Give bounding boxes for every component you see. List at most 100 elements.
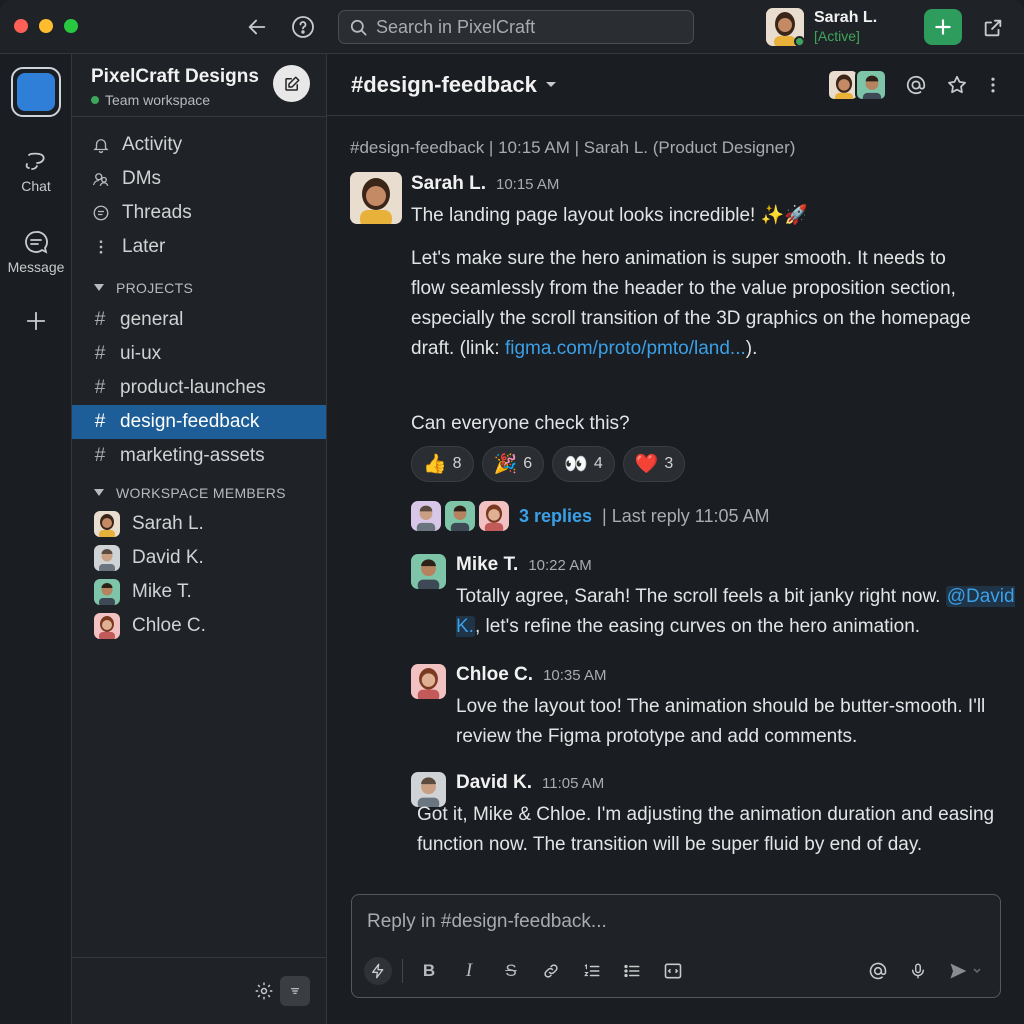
- shortcuts-lightning-icon[interactable]: [364, 957, 392, 985]
- send-button[interactable]: [944, 957, 984, 985]
- rail-add-button[interactable]: [0, 310, 72, 332]
- avatar: [94, 545, 120, 571]
- ordered-list-icon[interactable]: [578, 957, 606, 985]
- reaction-count: 8: [452, 455, 462, 472]
- rail-item-message[interactable]: Message: [0, 229, 72, 275]
- sidebar-item-label: Threads: [122, 202, 192, 223]
- message-question: Can everyone check this?: [411, 413, 630, 434]
- sidebar-item-later[interactable]: Later: [72, 230, 326, 264]
- bulleted-list-icon[interactable]: [618, 957, 646, 985]
- avatar[interactable]: [411, 664, 446, 699]
- minimize-window-button[interactable]: [39, 19, 53, 33]
- composer-input[interactable]: Reply in #design-feedback...: [367, 911, 607, 933]
- reply-david: David K. 11:05 AM Got it, Mike & Chloe. I…: [411, 772, 994, 855]
- reply-author[interactable]: Mike T.: [456, 554, 518, 575]
- hash-icon: #: [94, 377, 106, 398]
- workspace-name[interactable]: PixelCraft Designs: [91, 66, 259, 88]
- reply-author[interactable]: Chloe C.: [456, 664, 533, 685]
- more-vertical-icon[interactable]: [980, 72, 1006, 98]
- channel-ui-ux[interactable]: # ui-ux: [72, 337, 326, 371]
- channel-meta-line: #design-feedback | 10:15 AM | Sarah L. (…: [350, 138, 796, 157]
- channel-marketing-assets[interactable]: # marketing-assets: [72, 439, 326, 473]
- code-block-icon[interactable]: [659, 957, 687, 985]
- workspace-logo[interactable]: [11, 67, 61, 117]
- close-window-button[interactable]: [14, 19, 28, 33]
- thumbs-up-icon: 👍: [423, 454, 447, 475]
- channel-title[interactable]: #design-feedback: [351, 72, 557, 98]
- caret-down-icon: [94, 284, 104, 292]
- eyes-icon: 👀: [564, 454, 588, 475]
- reply-header: David K. 11:05 AM: [456, 772, 604, 794]
- search-input[interactable]: Search in PixelCraft: [338, 10, 694, 44]
- italic-icon[interactable]: I: [455, 957, 483, 985]
- channel-design-feedback[interactable]: # design-feedback: [72, 405, 326, 439]
- avatar: [94, 579, 120, 605]
- channel-header: #design-feedback: [327, 54, 1024, 116]
- sidebar-item-label: Activity: [122, 134, 183, 155]
- channel-product-launches[interactable]: # product-launches: [72, 371, 326, 405]
- avatar: [479, 501, 509, 531]
- replies-link[interactable]: 3 replies: [519, 506, 592, 527]
- maximize-window-button[interactable]: [64, 19, 78, 33]
- reaction-thumbs-up[interactable]: 👍 8: [411, 446, 474, 482]
- threads-icon: [92, 204, 110, 222]
- bell-icon: [92, 136, 110, 154]
- message-composer[interactable]: Reply in #design-feedback... B I S: [351, 894, 1001, 998]
- help-icon[interactable]: [290, 14, 316, 40]
- app-window: Search in PixelCraft Sarah L. [Active] C…: [0, 0, 1024, 1024]
- compose-button[interactable]: [273, 65, 310, 102]
- channel-members-avatars[interactable]: [827, 69, 887, 101]
- reaction-heart[interactable]: ❤️ 3: [622, 446, 686, 482]
- message-author[interactable]: Sarah L.: [411, 173, 486, 194]
- sidebar-item-threads[interactable]: Threads: [72, 196, 326, 230]
- avatar: [94, 511, 120, 537]
- chat-icon: [23, 150, 49, 174]
- sidebar-item-dms[interactable]: DMs: [72, 162, 326, 196]
- reply-header: Chloe C. 10:35 AM: [456, 664, 606, 686]
- avatar[interactable]: [411, 554, 446, 589]
- member-mike[interactable]: Mike T.: [72, 575, 326, 609]
- mention-icon[interactable]: [864, 957, 892, 985]
- avatar: [350, 172, 402, 224]
- strikethrough-icon[interactable]: S: [497, 957, 525, 985]
- link-icon[interactable]: [537, 957, 565, 985]
- channel-label: design-feedback: [120, 411, 260, 432]
- rail-item-chat[interactable]: Chat: [0, 150, 72, 194]
- message-avatar-sarah[interactable]: [350, 172, 402, 224]
- new-button[interactable]: [924, 9, 962, 45]
- star-icon[interactable]: [944, 72, 970, 98]
- filter-toggle-icon[interactable]: [280, 976, 310, 1006]
- external-link-icon[interactable]: [980, 15, 1006, 41]
- back-arrow-icon[interactable]: [244, 14, 270, 40]
- bold-icon[interactable]: B: [415, 957, 443, 985]
- app-rail: Chat Message: [0, 54, 72, 1024]
- members-section-header[interactable]: WORKSPACE MEMBERS: [94, 485, 286, 501]
- avatar: [94, 613, 120, 639]
- reaction-count: 6: [523, 455, 533, 472]
- projects-section-header[interactable]: PROJECTS: [94, 280, 193, 296]
- current-user[interactable]: Sarah L. [Active]: [766, 8, 877, 46]
- more-vertical-icon: [92, 238, 110, 256]
- reaction-eyes[interactable]: 👀 4: [552, 446, 615, 482]
- channel-general[interactable]: # general: [72, 303, 326, 337]
- microphone-icon[interactable]: [904, 957, 932, 985]
- reaction-party[interactable]: 🎉 6: [481, 446, 545, 482]
- reply-body: Love the layout too! The animation shoul…: [456, 696, 986, 747]
- heart-icon: ❤️: [634, 454, 659, 475]
- rail-label-chat: Chat: [21, 178, 51, 194]
- sidebar-item-activity[interactable]: Activity: [72, 128, 326, 162]
- settings-gear-icon[interactable]: [252, 979, 276, 1003]
- reply-mike: Mike T. 10:22 AM Totally agree, Sarah! Th…: [411, 554, 1015, 637]
- member-david[interactable]: David K.: [72, 541, 326, 575]
- mention-icon[interactable]: [903, 72, 929, 98]
- rail-label-message: Message: [7, 259, 65, 275]
- reply-author[interactable]: David K.: [456, 772, 532, 793]
- online-status-dot: [794, 36, 804, 46]
- member-sarah[interactable]: Sarah L.: [72, 507, 326, 541]
- sidebar-item-label: Later: [122, 236, 166, 257]
- figma-link[interactable]: figma.com/proto/pmto/land...: [505, 338, 746, 359]
- member-chloe[interactable]: Chloe C.: [72, 609, 326, 643]
- reactions-bar: 👍 8 🎉 6 👀 4 ❤️ 3: [411, 446, 686, 482]
- thread-summary[interactable]: 3 replies | Last reply 11:05 AM: [411, 501, 769, 531]
- reply-time: 10:35 AM: [543, 667, 607, 684]
